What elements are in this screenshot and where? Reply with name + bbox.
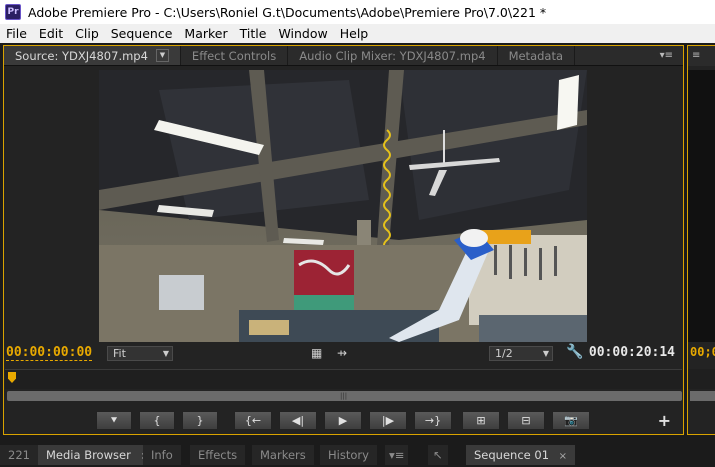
overwrite-button[interactable]: ⊟ xyxy=(507,411,545,430)
video-frame-image xyxy=(99,70,587,342)
window-title: Adobe Premiere Pro - C:\Users\Roniel G.t… xyxy=(28,4,547,20)
mark-in-button[interactable]: { xyxy=(139,411,175,430)
premiere-app-icon: Pr xyxy=(5,4,21,20)
current-timecode[interactable]: 00:00:00:00 xyxy=(6,345,93,361)
menu-help[interactable]: Help xyxy=(334,26,375,41)
go-to-in-button[interactable]: {← xyxy=(234,411,272,430)
audio-waveform-icon[interactable]: ⇸ xyxy=(337,346,347,360)
insert-button[interactable]: ⊞ xyxy=(462,411,500,430)
menu-sequence[interactable]: Sequence xyxy=(105,26,179,41)
menu-edit[interactable]: Edit xyxy=(33,26,69,41)
tab-info[interactable]: Info xyxy=(143,445,181,465)
selection-tool-icon[interactable]: ↖ xyxy=(428,445,448,465)
film-strip-icon[interactable]: ▦ xyxy=(311,346,322,360)
panel-menu-icon[interactable]: ▾≡ xyxy=(660,50,673,61)
tab-metadata[interactable]: Metadata xyxy=(498,46,576,65)
tab-source-label: Source: YDXJ4807.mp4 xyxy=(15,48,148,63)
go-to-out-button[interactable]: →} xyxy=(414,411,452,430)
program-zoom-bar[interactable] xyxy=(690,391,715,401)
zoom-scroll-bar[interactable]: ||| xyxy=(7,391,682,401)
playback-resolution-select[interactable]: 1/2 ▼ xyxy=(489,346,553,361)
bottom-panel-tabs: 221 Media Browser × Info Effects Markers… xyxy=(0,443,715,465)
grip-icon: ||| xyxy=(340,392,348,400)
chevron-down-icon[interactable]: ▼ xyxy=(155,49,169,62)
menu-bar: File Edit Clip Sequence Marker Title Win… xyxy=(0,24,715,43)
source-panel-tabbar: Source: YDXJ4807.mp4 ▼ Effect Controls A… xyxy=(4,46,683,66)
zoom-level-value: Fit xyxy=(113,347,126,360)
tab-effects[interactable]: Effects xyxy=(190,445,246,465)
program-video-preview[interactable] xyxy=(688,70,715,342)
tab-audio-clip-mixer[interactable]: Audio Clip Mixer: YDXJ4807.mp4 xyxy=(288,46,498,65)
zoom-level-select[interactable]: Fit ▼ xyxy=(107,346,173,361)
panel-menu-icon[interactable]: ≡ xyxy=(688,46,715,66)
tab-sequence-label: Sequence 01 xyxy=(474,448,550,462)
menu-title[interactable]: Title xyxy=(234,26,273,41)
step-back-button[interactable]: ◀| xyxy=(279,411,317,430)
tab-project[interactable]: 221 xyxy=(0,445,38,465)
tab-markers[interactable]: Markers xyxy=(252,445,314,465)
tab-sequence-01[interactable]: Sequence 01 × xyxy=(466,445,576,465)
playback-resolution-value: 1/2 xyxy=(495,347,513,360)
program-time-ruler[interactable] xyxy=(688,369,715,389)
duration-timecode: 00:00:20:14 xyxy=(588,345,675,360)
menu-clip[interactable]: Clip xyxy=(69,26,105,41)
time-ruler[interactable] xyxy=(5,369,682,389)
wrench-icon[interactable]: 🔧 xyxy=(566,344,583,360)
transport-controls: ⯆ { } {← ◀| ▶ |▶ →} ⊞ ⊟ 📷 + xyxy=(4,411,683,431)
play-button[interactable]: ▶ xyxy=(324,411,362,430)
step-forward-button[interactable]: |▶ xyxy=(369,411,407,430)
menu-marker[interactable]: Marker xyxy=(178,26,233,41)
close-icon[interactable]: × xyxy=(559,451,567,462)
video-preview[interactable] xyxy=(99,70,587,342)
panel-menu-icon[interactable]: ▾≡ xyxy=(385,445,409,465)
add-button[interactable]: + xyxy=(658,411,671,430)
title-bar: Pr Adobe Premiere Pro - C:\Users\Roniel … xyxy=(0,0,715,24)
tab-media-browser-label: Media Browser xyxy=(46,448,131,462)
menu-file[interactable]: File xyxy=(0,26,33,41)
chevron-down-icon: ▼ xyxy=(542,349,549,358)
tab-history[interactable]: History xyxy=(320,445,377,465)
chevron-down-icon: ▼ xyxy=(162,349,169,358)
tab-effect-controls[interactable]: Effect Controls xyxy=(181,46,289,65)
add-marker-button[interactable]: ⯆ xyxy=(96,411,132,430)
tab-media-browser[interactable]: Media Browser × xyxy=(38,445,157,465)
program-timecode[interactable]: 00;0 xyxy=(690,345,715,359)
mark-out-button[interactable]: } xyxy=(182,411,218,430)
program-monitor-panel: ≡ 00;0 xyxy=(687,45,715,435)
menu-window[interactable]: Window xyxy=(272,26,333,41)
source-monitor-panel: Source: YDXJ4807.mp4 ▼ Effect Controls A… xyxy=(3,45,684,435)
tab-source[interactable]: Source: YDXJ4807.mp4 ▼ xyxy=(4,46,181,65)
playhead-icon[interactable] xyxy=(8,372,16,383)
export-frame-button[interactable]: 📷 xyxy=(552,411,590,430)
